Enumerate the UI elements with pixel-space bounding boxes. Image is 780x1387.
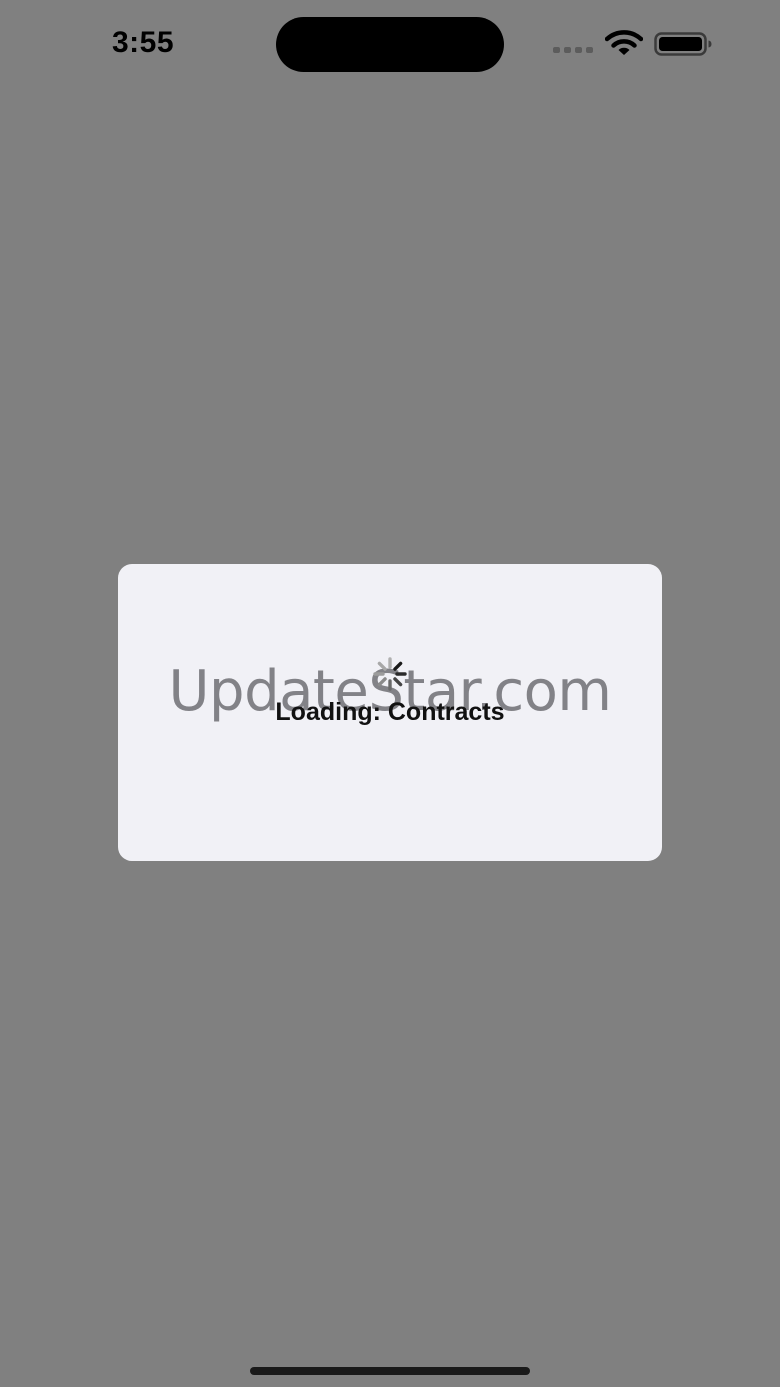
- wifi-icon: [605, 30, 643, 55]
- spinner-icon: [373, 657, 407, 691]
- home-indicator[interactable]: [250, 1367, 530, 1375]
- loading-message: Loading: Contracts: [275, 698, 505, 726]
- signal-icon: [553, 47, 593, 53]
- app-screen: 3:55 UpdateStar.com Loading: Contracts: [0, 0, 780, 1387]
- battery-icon: [654, 32, 712, 56]
- dynamic-island: [276, 17, 504, 72]
- status-time: 3:55: [112, 26, 175, 59]
